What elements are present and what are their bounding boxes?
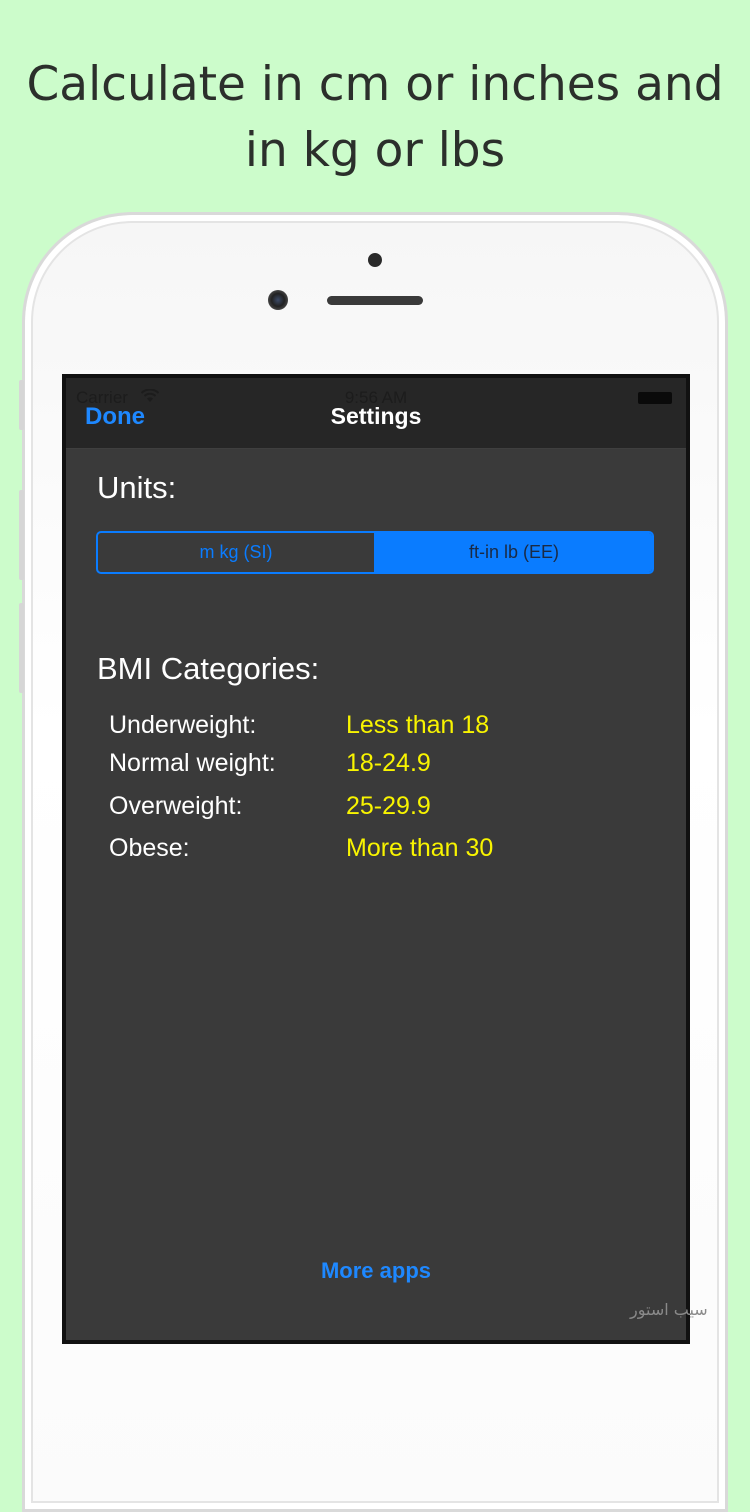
earpiece-speaker	[327, 296, 423, 305]
bmi-category-range: More than 30	[346, 834, 494, 862]
bmi-row-overweight: Overweight: 25-29.9	[66, 792, 686, 824]
page-title: Settings	[330, 403, 422, 429]
store-watermark: سیب استور	[630, 1300, 708, 1319]
units-label: Units:	[97, 470, 177, 505]
phone-screen: Carrier 9:56 AM Done Settings Units: m k…	[62, 374, 690, 1344]
navigation-bar: Carrier 9:56 AM Done Settings	[66, 378, 686, 449]
units-option-si[interactable]: m kg (SI)	[98, 533, 376, 572]
bmi-row-normal: Normal weight: 18-24.9	[66, 749, 686, 781]
bmi-row-obese: Obese: More than 30	[66, 834, 686, 866]
bmi-categories-label: BMI Categories:	[97, 651, 320, 686]
bmi-row-underweight: Underweight: Less than 18	[66, 711, 686, 743]
volume-down-button	[19, 603, 24, 693]
bmi-category-range: 25-29.9	[346, 792, 431, 820]
bmi-category-name: Obese:	[109, 834, 190, 862]
bmi-category-name: Underweight:	[109, 711, 257, 739]
front-camera	[268, 290, 288, 310]
bmi-category-range: Less than 18	[346, 711, 490, 739]
bmi-category-range: 18-24.9	[346, 749, 431, 777]
units-segmented-control[interactable]: m kg (SI) ft-in lb (EE)	[96, 531, 654, 574]
volume-up-button	[19, 490, 24, 580]
units-option-ee[interactable]: ft-in lb (EE)	[376, 533, 652, 572]
mute-switch	[19, 380, 24, 430]
bmi-category-name: Normal weight:	[109, 749, 276, 777]
bmi-category-name: Overweight:	[109, 792, 243, 820]
more-apps-link[interactable]: More apps	[66, 1258, 686, 1284]
promo-headline-line-1: Calculate in cm or inches and	[26, 57, 724, 112]
settings-content: Units: m kg (SI) ft-in lb (EE) BMI Categ…	[66, 449, 686, 1340]
promo-headline-line-2: in kg or lbs	[244, 123, 506, 178]
promo-headline: Calculate in cm or inches and in kg or l…	[0, 52, 750, 184]
proximity-sensor	[368, 253, 382, 267]
